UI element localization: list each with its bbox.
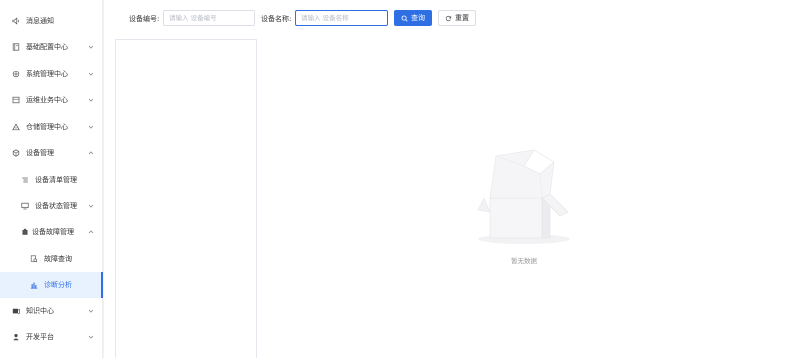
query-button[interactable]: 查询 [394, 10, 432, 26]
device-code-label: 设备编号: [129, 15, 160, 23]
sidebar-item-ops-business[interactable]: 运维业务中心 [0, 87, 103, 113]
sidebar-item-label: 故障查询 [44, 255, 72, 263]
device-code-input[interactable] [163, 10, 255, 26]
empty-state-text: 暂无数据 [511, 257, 537, 265]
sidebar-item-label: 设备管理 [26, 149, 54, 157]
search-form: 设备编号: 设备名称: 查询 重置 [104, 0, 800, 36]
sidebar-item-label: 运维业务中心 [26, 96, 68, 104]
speaker-icon [11, 16, 21, 26]
sidebar-item-system-management[interactable]: 系统管理中心 [0, 61, 103, 87]
sidebar-item-label: 知识中心 [26, 307, 54, 315]
warehouse-icon [11, 122, 21, 132]
sidebar-item-device-management[interactable]: 设备管理 [0, 140, 103, 166]
sidebar-item-fault-query[interactable]: 故障查询 [0, 246, 103, 272]
sidebar-item-device-list[interactable]: 设备清单管理 [0, 167, 103, 193]
empty-state: 暂无数据 [474, 148, 574, 268]
sidebar-item-label: 消息通知 [26, 17, 54, 25]
chevron-down-icon [88, 203, 95, 210]
empty-box-illustration [477, 149, 570, 244]
developer-icon [11, 332, 21, 342]
device-name-label: 设备名称: [261, 15, 292, 23]
device-tree-panel [115, 39, 257, 358]
bar-chart-icon [29, 280, 39, 290]
sidebar-item-dev-platform[interactable]: 开发平台 [0, 324, 103, 350]
chevron-down-icon [88, 71, 95, 78]
device-icon [11, 148, 21, 158]
sidebar-item-knowledge-center[interactable]: 知识中心 [0, 298, 103, 324]
chevron-down-icon [88, 97, 95, 104]
sidebar-item-notifications[interactable]: 消息通知 [0, 8, 103, 34]
main-content: 设备编号: 设备名称: 查询 重置 暂无数据 [104, 0, 800, 358]
chevron-down-icon [88, 308, 95, 315]
sidebar-item-label: 开发平台 [26, 333, 54, 341]
device-name-input[interactable] [295, 10, 388, 26]
reset-button[interactable]: 重置 [438, 10, 476, 26]
list-icon [20, 175, 30, 185]
chevron-down-icon [88, 334, 95, 341]
query-button-label: 查询 [411, 14, 425, 22]
sidebar-item-diagnostic-analysis[interactable]: 诊断分析 [0, 272, 103, 298]
book-icon [11, 42, 21, 52]
reset-button-label: 重置 [455, 14, 469, 22]
monitor-icon [20, 201, 30, 211]
sidebar-item-basic-config[interactable]: 基础配置中心 [0, 34, 103, 60]
refresh-icon [445, 15, 452, 21]
sidebar-item-device-fault[interactable]: 设备故障管理 [0, 219, 103, 245]
sidebar-item-label: 诊断分析 [44, 281, 72, 289]
knowledge-icon [11, 306, 21, 316]
sidebar-item-device-status[interactable]: 设备状态管理 [0, 193, 103, 219]
sidebar-item-label: 仓储管理中心 [26, 123, 68, 131]
chevron-down-icon [88, 124, 95, 131]
search-icon [401, 15, 408, 22]
chevron-down-icon [88, 44, 95, 51]
sidebar-item-warehouse[interactable]: 仓储管理中心 [0, 114, 103, 140]
query-icon [29, 254, 39, 264]
sidebar-item-label: 系统管理中心 [26, 70, 68, 78]
calendar-icon [11, 95, 21, 105]
sidebar: 消息通知 基础配置中心 系统管理中心 运维业务中心 仓储管理中心 设备管理 设备… [0, 0, 103, 358]
sidebar-item-label: 设备状态管理 [35, 202, 77, 210]
sidebar-item-label: 设备故障管理 [32, 228, 74, 236]
settings-icon [11, 69, 21, 79]
sidebar-item-label: 设备清单管理 [35, 176, 77, 184]
chevron-up-icon [88, 229, 95, 236]
chevron-up-icon [88, 150, 95, 157]
fault-icon [20, 227, 30, 237]
sidebar-item-label: 基础配置中心 [26, 43, 68, 51]
